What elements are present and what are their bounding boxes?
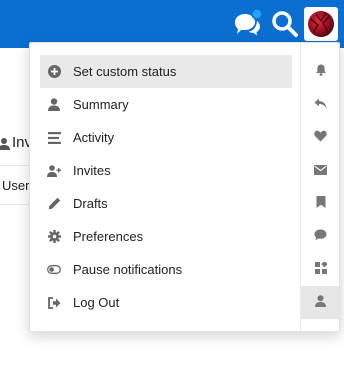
plus-circle-icon [47,65,61,79]
menu-item-set-custom-status[interactable]: Set custom status [40,55,292,88]
chat-bubbles-icon[interactable] [231,8,263,40]
user-column-partial: User [2,178,30,193]
comment-icon [314,228,327,246]
menu-item-log-out[interactable]: Log Out [40,286,292,319]
menu-item-pause-notifications[interactable]: Pause notifications [40,253,292,286]
pencil-icon [47,197,61,211]
tab-messages[interactable] [301,154,339,187]
user-icon [47,98,61,112]
heart-icon [314,129,327,147]
menu-items: Set custom status Summary Activity Invit… [30,43,300,331]
divider [0,204,30,205]
menu-item-label: Invites [73,163,111,178]
tab-other[interactable] [301,253,339,286]
menu-item-label: Drafts [73,196,108,211]
menu-item-label: Preferences [73,229,144,244]
menu-item-label: Summary [73,97,129,112]
tab-likes[interactable] [301,121,339,154]
reply-icon [314,96,327,114]
tab-notifications[interactable] [301,55,339,88]
user-icon [315,294,326,312]
grid-icon [314,260,328,279]
tab-chat[interactable] [301,220,339,253]
notification-dot [251,8,263,20]
menu-item-preferences[interactable]: Preferences [40,220,292,253]
cog-icon [47,230,61,244]
bell-icon [315,63,327,81]
bookmark-icon [316,195,326,213]
tab-replies[interactable] [301,88,339,121]
menu-item-drafts[interactable]: Drafts [40,187,292,220]
toggle-off-icon [47,263,61,277]
menu-item-label: Pause notifications [73,262,183,277]
menu-item-label: Set custom status [73,64,177,79]
user-plus-icon [0,137,12,156]
menu-item-activity[interactable]: Activity [40,121,292,154]
user-menu-dropdown: Set custom status Summary Activity Invit… [29,42,340,332]
avatar [308,11,334,37]
user-menu-tabs [300,43,339,331]
search-icon[interactable] [269,8,301,40]
menu-item-summary[interactable]: Summary [40,88,292,121]
stream-icon [47,131,61,145]
menu-item-invites[interactable]: Invites [40,154,292,187]
menu-item-label: Log Out [73,295,120,310]
tab-profile[interactable] [301,286,339,319]
user-plus-icon [47,164,61,178]
tab-bookmarks[interactable] [301,187,339,220]
menu-item-label: Activity [73,130,115,145]
envelope-icon [314,162,327,180]
sign-out-icon [47,296,61,310]
divider [0,165,30,166]
header-bar [0,0,344,48]
user-avatar-button[interactable] [304,7,338,41]
